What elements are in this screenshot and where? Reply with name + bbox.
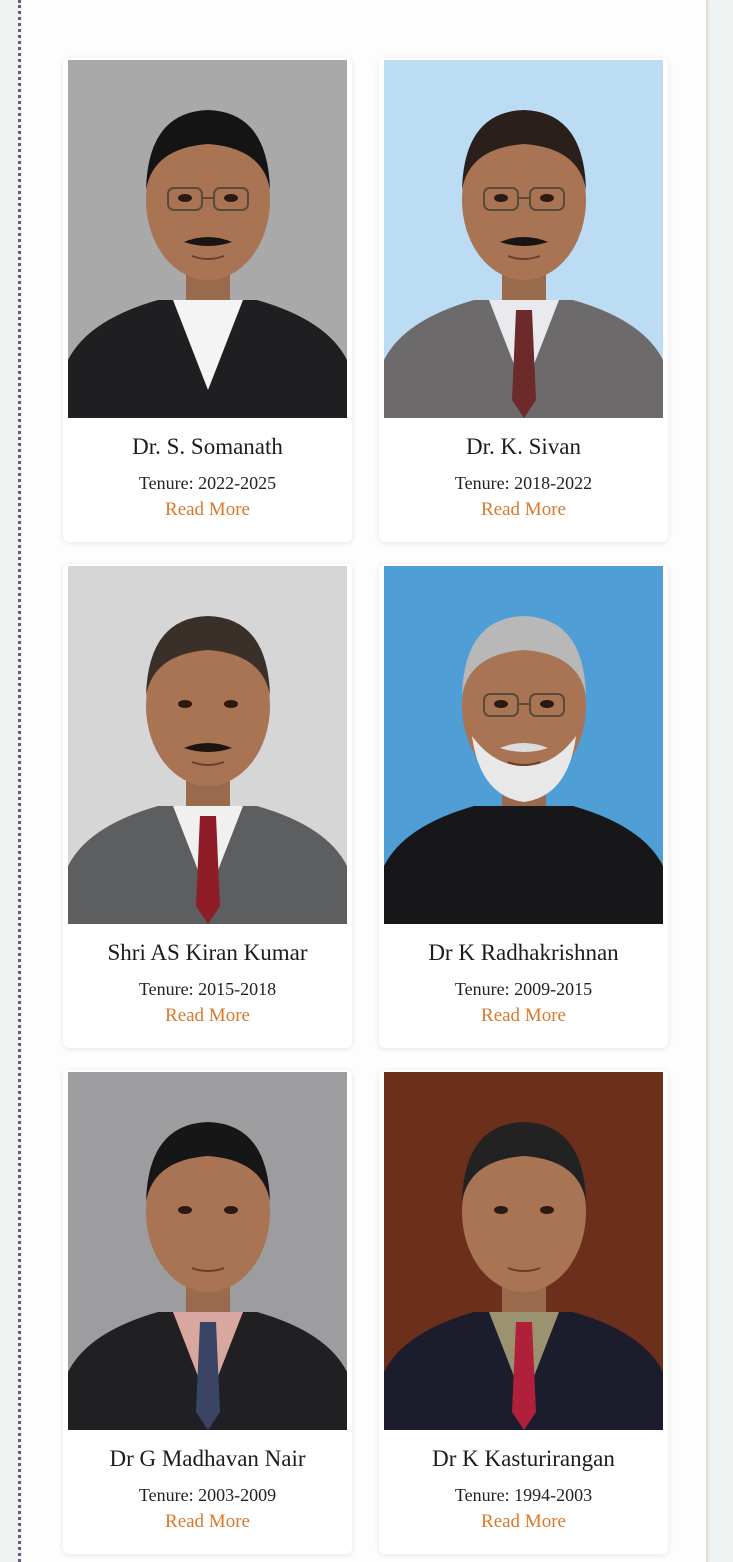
- portrait-svg: [384, 566, 663, 924]
- chairperson-name: Dr G Madhavan Nair: [109, 1446, 306, 1471]
- read-more-link[interactable]: Read More: [63, 1511, 352, 1533]
- chairperson-card: Dr. S. Somanath Tenure: 2022-2025 Read M…: [63, 58, 352, 542]
- chairperson-card: Dr G Madhavan Nair Tenure: 2003-2009 Rea…: [63, 1070, 352, 1554]
- portrait-photo: [68, 1072, 347, 1430]
- read-more-link[interactable]: Read More: [379, 1005, 668, 1027]
- portrait-svg: [68, 1072, 347, 1430]
- portrait-svg: [68, 566, 347, 924]
- panel-edge: [706, 0, 708, 1562]
- read-more-link[interactable]: Read More: [379, 1511, 668, 1533]
- chairperson-tenure: Tenure: 2003-2009: [138, 1485, 277, 1505]
- read-more-link[interactable]: Read More: [379, 499, 668, 521]
- chairpersons-grid: Dr. S. Somanath Tenure: 2022-2025 Read M…: [63, 58, 668, 1554]
- portrait-photo: [68, 60, 347, 418]
- portrait-photo: [384, 566, 663, 924]
- portrait-photo: [384, 60, 663, 418]
- chairperson-name: Shri AS Kiran Kumar: [107, 940, 308, 965]
- portrait-svg: [384, 1072, 663, 1430]
- chairperson-tenure: Tenure: 2018-2022: [454, 473, 593, 493]
- chairperson-card: Dr K Radhakrishnan Tenure: 2009-2015 Rea…: [379, 564, 668, 1048]
- portrait-svg: [68, 60, 347, 418]
- chairperson-card: Dr. K. Sivan Tenure: 2018-2022 Read More: [379, 58, 668, 542]
- read-more-link[interactable]: Read More: [63, 499, 352, 521]
- read-more-link[interactable]: Read More: [63, 1005, 352, 1027]
- portrait-photo: [384, 1072, 663, 1430]
- chairperson-name: Dr K Radhakrishnan: [428, 940, 619, 965]
- chairperson-card: Dr K Kasturirangan Tenure: 1994-2003 Rea…: [379, 1070, 668, 1554]
- chairperson-name: Dr K Kasturirangan: [432, 1446, 615, 1471]
- chairperson-card: Shri AS Kiran Kumar Tenure: 2015-2018 Re…: [63, 564, 352, 1048]
- chairperson-name: Dr. K. Sivan: [466, 434, 581, 459]
- chairperson-name: Dr. S. Somanath: [132, 434, 283, 459]
- portrait-svg: [384, 60, 663, 418]
- chairperson-tenure: Tenure: 2009-2015: [454, 979, 593, 999]
- portrait-photo: [68, 566, 347, 924]
- chairperson-tenure: Tenure: 2022-2025: [138, 473, 277, 493]
- chairperson-tenure: Tenure: 1994-2003: [454, 1485, 593, 1505]
- dotted-border: [18, 0, 21, 1562]
- chairperson-tenure: Tenure: 2015-2018: [138, 979, 277, 999]
